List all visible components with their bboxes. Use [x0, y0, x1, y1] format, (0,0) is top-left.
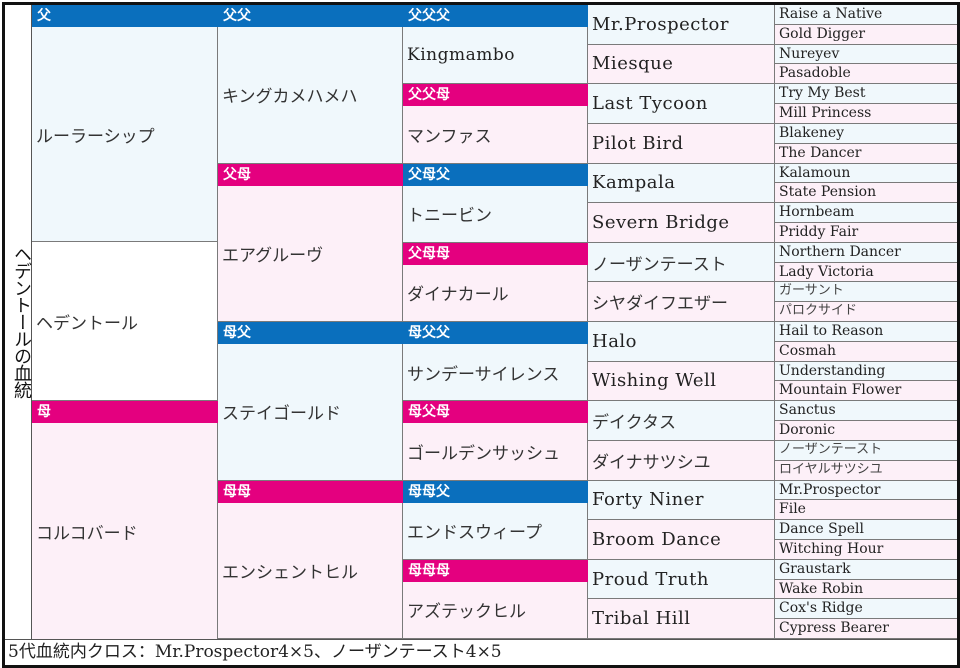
lineage-label-d: 母 — [32, 401, 218, 423]
lineage-label-sss: 父父父 — [403, 5, 588, 27]
lineage-label-dss: 母父父 — [403, 322, 588, 344]
title-column: ヘデントールの血統 — [5, 5, 32, 639]
horse-gen5[interactable]: ガーサント — [775, 282, 957, 303]
horse-gen5[interactable]: Understanding — [775, 361, 957, 382]
horse-gen5[interactable]: Doronic — [775, 421, 957, 441]
horse-gen4[interactable]: ノーザンテースト — [588, 242, 775, 283]
horse-gen4[interactable]: Severn Bridge — [588, 203, 775, 243]
lineage-label-sds: 父母父 — [403, 163, 588, 186]
horse-gen4[interactable]: デイクタス — [588, 401, 775, 441]
horse-gen5[interactable]: The Dancer — [775, 143, 957, 164]
lineage-label-ds: 母父 — [218, 322, 403, 344]
lineage-label-sd: 父母 — [218, 163, 403, 186]
horse-gen5[interactable]: パロクサイド — [775, 302, 957, 322]
horse-dam[interactable]: コルコバード — [32, 401, 218, 639]
horse-gen5[interactable]: Raise a Native — [775, 5, 957, 25]
horse-gen5[interactable]: Cox's Ridge — [775, 599, 957, 620]
horse-gen5[interactable]: Pasadoble — [775, 64, 957, 85]
horse-gen4[interactable]: Pilot Bird — [588, 123, 775, 164]
lineage-label-sdd: 父母母 — [403, 242, 588, 265]
horse-gen5[interactable]: Gold Digger — [775, 24, 957, 45]
horse-gen4[interactable]: ダイナサツシユ — [588, 440, 775, 481]
horse-gen5[interactable]: File — [775, 500, 957, 521]
horse-gen5[interactable]: Kalamoun — [775, 163, 957, 184]
horse-gen4[interactable]: Proud Truth — [588, 559, 775, 600]
horse-gen2[interactable]: エアグルーヴ — [218, 163, 403, 322]
pedigree-title: ヘデントールの血統 — [11, 245, 32, 398]
horse-gen4[interactable]: Halo — [588, 322, 775, 362]
horse-gen5[interactable]: ロイヤルサツシユ — [775, 460, 957, 481]
horse-gen5[interactable]: Graustark — [775, 559, 957, 580]
horse-gen4[interactable]: Forty Niner — [588, 480, 775, 521]
horse-gen2[interactable]: エンシェントヒル — [218, 480, 403, 639]
horse-gen5[interactable]: Hornbeam — [775, 203, 957, 223]
horse-gen4[interactable]: Miesque — [588, 44, 775, 85]
horse-gen4[interactable]: Tribal Hill — [588, 599, 775, 639]
horse-gen5[interactable]: Nureyev — [775, 44, 957, 65]
lineage-label-dds: 母母父 — [403, 480, 588, 503]
horse-gen5[interactable]: Mill Princess — [775, 104, 957, 124]
horse-gen5[interactable]: Mountain Flower — [775, 381, 957, 402]
horse-gen4[interactable]: Broom Dance — [588, 520, 775, 560]
horse-gen5[interactable]: Blakeney — [775, 123, 957, 144]
horse-gen4[interactable]: Mr.Prospector — [588, 5, 775, 45]
horse-gen4[interactable]: Last Tycoon — [588, 84, 775, 124]
lineage-label-dsd: 母父母 — [403, 401, 588, 424]
horse-self[interactable]: ヘデントール — [32, 242, 218, 401]
horse-gen5[interactable]: Lady Victoria — [775, 262, 957, 283]
horse-gen4[interactable]: Kampala — [588, 163, 775, 204]
lineage-label-s: 父 — [32, 5, 218, 27]
horse-gen5[interactable]: Hail to Reason — [775, 322, 957, 342]
horse-gen5[interactable]: ノーザンテースト — [775, 440, 957, 461]
horse-gen5[interactable]: Sanctus — [775, 401, 957, 422]
horse-sire[interactable]: ルーラーシップ — [32, 5, 218, 242]
lineage-label-ssd: 父父母 — [403, 84, 588, 107]
horse-gen4[interactable]: Wishing Well — [588, 361, 775, 402]
horse-gen5[interactable]: Cosmah — [775, 341, 957, 362]
lineage-label-ss: 父父 — [218, 5, 403, 27]
horse-gen5[interactable]: Priddy Fair — [775, 222, 957, 243]
pedigree-grid: ルーラーシップ父ヘデントール コルコバード母 キングカメハメハ 父父エアグルーヴ 父母ス… — [5, 5, 957, 639]
pedigree-table: ルーラーシップ父ヘデントール コルコバード母 キングカメハメハ 父父エアグルーヴ 父母ス… — [2, 2, 960, 668]
horse-gen5[interactable]: Mr.Prospector — [775, 480, 957, 501]
horse-gen5[interactable]: Witching Hour — [775, 539, 957, 560]
horse-gen2[interactable]: ステイゴールド — [218, 322, 403, 481]
lineage-label-dd: 母母 — [218, 480, 403, 503]
horse-gen5[interactable]: Wake Robin — [775, 579, 957, 600]
horse-gen5[interactable]: Cypress Bearer — [775, 619, 957, 639]
horse-gen4[interactable]: シヤダイフエザー — [588, 282, 775, 322]
horse-gen5[interactable]: Try My Best — [775, 84, 957, 105]
horse-gen5[interactable]: Northern Dancer — [775, 242, 957, 263]
horse-gen2[interactable]: キングカメハメハ — [218, 5, 403, 164]
horse-gen5[interactable]: Dance Spell — [775, 520, 957, 540]
horse-gen5[interactable]: State Pension — [775, 183, 957, 204]
inbreeding-cross-note: 5代血統内クロス：Mr.Prospector4×5、ノーザンテースト4×5 — [5, 639, 957, 665]
lineage-label-ddd: 母母母 — [403, 559, 588, 582]
